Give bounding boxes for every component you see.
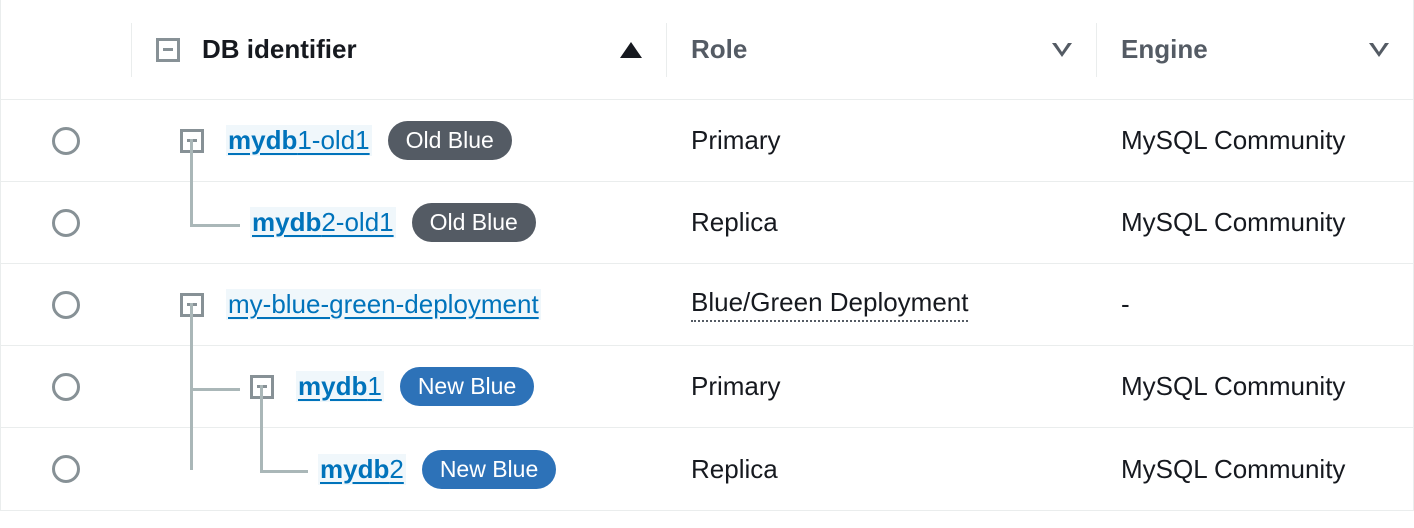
- row-radio[interactable]: [52, 373, 80, 401]
- db-identifier-link[interactable]: mydb1-old1: [226, 125, 372, 156]
- db-table: DB identifier Role Engine mydb1-old1 Old…: [0, 0, 1414, 511]
- role-text: Primary: [691, 371, 781, 402]
- header-db-identifier[interactable]: DB identifier: [156, 34, 666, 65]
- header-label-engine: Engine: [1121, 34, 1208, 65]
- header-role[interactable]: Role: [691, 34, 1096, 65]
- role-text: Replica: [691, 207, 778, 238]
- engine-text: MySQL Community: [1121, 371, 1345, 402]
- engine-text: MySQL Community: [1121, 454, 1345, 485]
- table-row[interactable]: mydb1 New Blue Primary MySQL Community: [1, 346, 1413, 428]
- row-radio[interactable]: [52, 209, 80, 237]
- db-identifier-link[interactable]: mydb1: [296, 371, 384, 402]
- row-radio[interactable]: [52, 291, 80, 319]
- db-identifier-link[interactable]: mydb2: [318, 454, 406, 485]
- table-header: DB identifier Role Engine: [1, 0, 1413, 100]
- column-divider: [666, 23, 667, 77]
- header-engine[interactable]: Engine: [1121, 34, 1413, 65]
- header-label-id: DB identifier: [202, 34, 357, 65]
- role-text: Replica: [691, 454, 778, 485]
- status-badge: New Blue: [400, 367, 534, 406]
- role-text: Blue/Green Deployment: [691, 287, 968, 322]
- db-identifier-link[interactable]: my-blue-green-deployment: [226, 289, 541, 320]
- role-text: Primary: [691, 125, 781, 156]
- row-radio[interactable]: [52, 455, 80, 483]
- filter-icon[interactable]: [1052, 43, 1072, 57]
- row-radio[interactable]: [52, 127, 80, 155]
- status-badge: New Blue: [422, 450, 556, 489]
- collapse-all-toggle[interactable]: [156, 38, 180, 62]
- engine-text: MySQL Community: [1121, 125, 1345, 156]
- engine-text: -: [1121, 289, 1130, 320]
- table-row[interactable]: mydb2 New Blue Replica MySQL Community: [1, 428, 1413, 510]
- column-divider: [1096, 23, 1097, 77]
- sort-asc-icon[interactable]: [620, 42, 642, 58]
- filter-icon[interactable]: [1369, 43, 1389, 57]
- column-divider: [131, 23, 132, 77]
- table-row[interactable]: mydb2-old1 Old Blue Replica MySQL Commun…: [1, 182, 1413, 264]
- engine-text: MySQL Community: [1121, 207, 1345, 238]
- table-row[interactable]: my-blue-green-deployment Blue/Green Depl…: [1, 264, 1413, 346]
- status-badge: Old Blue: [412, 203, 536, 242]
- table-row[interactable]: mydb1-old1 Old Blue Primary MySQL Commun…: [1, 100, 1413, 182]
- header-label-role: Role: [691, 34, 747, 65]
- db-identifier-link[interactable]: mydb2-old1: [250, 207, 396, 238]
- status-badge: Old Blue: [388, 121, 512, 160]
